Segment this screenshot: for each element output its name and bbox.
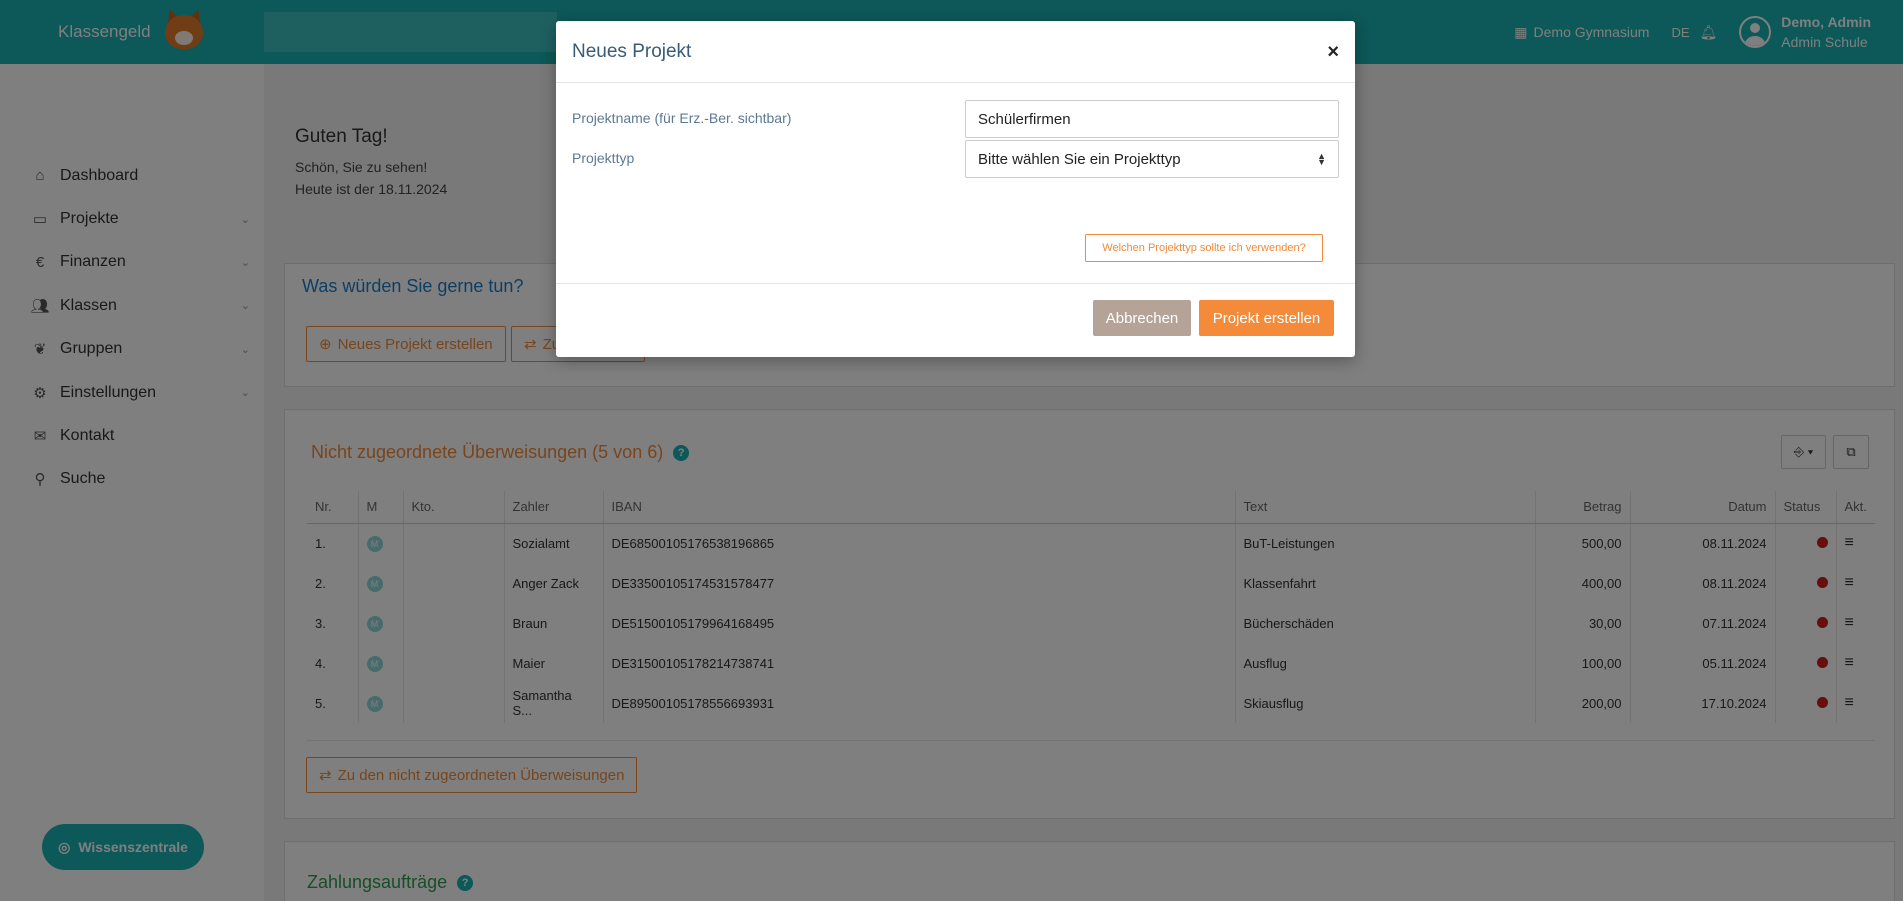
close-icon[interactable]: × <box>1327 42 1339 62</box>
cancel-button[interactable]: Abbrechen <box>1093 300 1191 336</box>
modal-header: Neues Projekt × <box>556 21 1355 83</box>
select-arrows-icon: ▲ ▼ <box>1317 151 1326 167</box>
project-type-select[interactable]: Bitte wählen Sie ein Projekttyp ▲ ▼ <box>965 140 1339 178</box>
project-name-label: Projektname (für Erz.-Ber. sichtbar) <box>572 110 792 126</box>
project-type-label: Projekttyp <box>572 150 635 166</box>
project-type-help-button[interactable]: Welchen Projekttyp sollte ich verwenden? <box>1085 234 1323 262</box>
project-type-value: Bitte wählen Sie ein Projekttyp <box>978 150 1181 168</box>
project-name-input[interactable]: Schülerfirmen <box>965 100 1339 138</box>
new-project-modal: Neues Projekt × Projektname (für Erz.-Be… <box>556 21 1355 357</box>
create-project-button[interactable]: Projekt erstellen <box>1199 300 1334 336</box>
modal-title: Neues Projekt <box>572 40 692 62</box>
modal-footer: Abbrechen Projekt erstellen <box>556 283 1355 357</box>
